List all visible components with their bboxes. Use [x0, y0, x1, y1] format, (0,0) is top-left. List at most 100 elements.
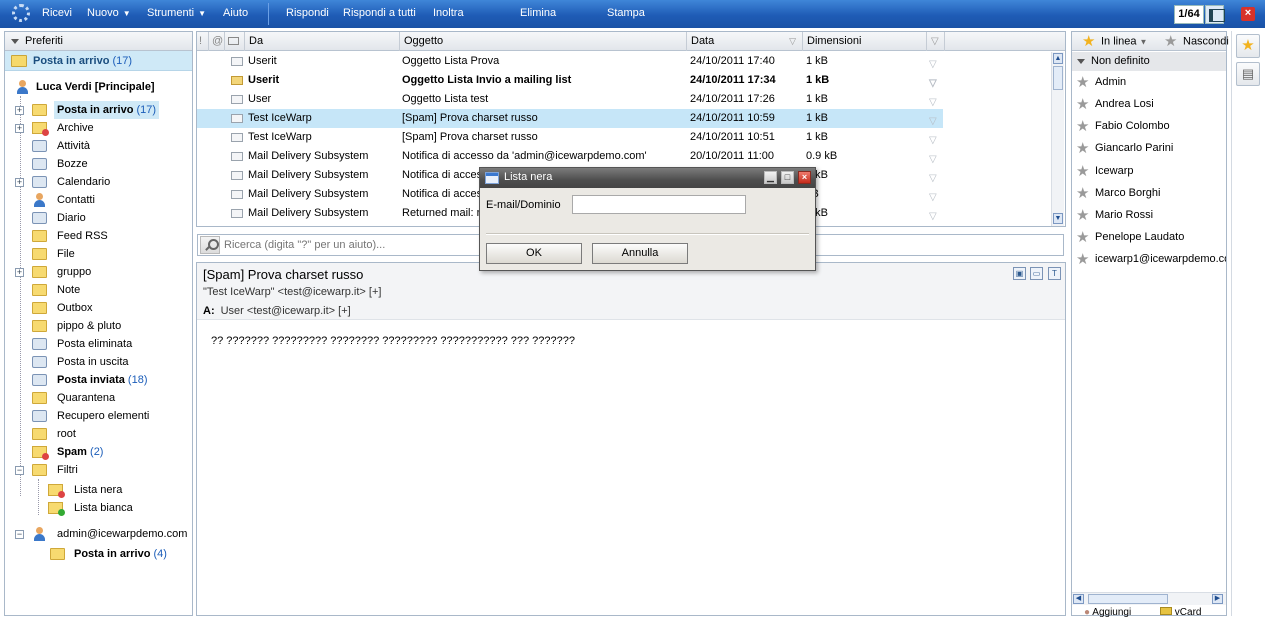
- contacts-scrollbar[interactable]: ◀ ▶: [1072, 592, 1226, 605]
- contact-item[interactable]: ★ Andrea Losi: [1076, 95, 1154, 113]
- contact-item[interactable]: ★ Admin: [1076, 73, 1126, 91]
- contact-item[interactable]: ★ icewarp1@icewarpdemo.com: [1076, 250, 1226, 268]
- reply-all-button[interactable]: Rispondi a tutti: [343, 7, 416, 19]
- trash-folder-icon: [32, 338, 47, 350]
- column-from[interactable]: Da: [245, 32, 400, 51]
- read-envelope-icon: [231, 190, 243, 199]
- message-row[interactable]: User Oggetto Lista test 24/10/2011 17:26…: [197, 90, 943, 109]
- dialog-titlebar[interactable]: Lista nera ▁ □ ×: [480, 168, 815, 188]
- contact-group-header[interactable]: Non definito: [1072, 52, 1226, 71]
- scroll-left-icon[interactable]: ◀: [1073, 594, 1084, 604]
- vcard-icon: [1160, 607, 1172, 615]
- message-row[interactable]: Test IceWarp [Spam] Prova charset russo …: [197, 128, 943, 147]
- maximize-icon[interactable]: □: [781, 171, 794, 184]
- column-size[interactable]: Dimensioni: [803, 32, 927, 51]
- contact-item[interactable]: ★ Penelope Laudato: [1076, 228, 1184, 246]
- main-toolbar: Ricevi Nuovo ▼ Strumenti ▼ Aiuto Rispondi …: [0, 0, 1265, 28]
- contact-item[interactable]: ★ Mario Rossi: [1076, 206, 1153, 224]
- expand-icon[interactable]: +: [15, 178, 24, 187]
- status-column-header[interactable]: [225, 32, 245, 51]
- filters-folder-icon: [32, 464, 47, 476]
- reply-button[interactable]: Rispondi: [286, 7, 329, 19]
- preview-from[interactable]: "Test IceWarp" <test@icewarp.it> [+]: [203, 286, 381, 298]
- column-date[interactable]: Data ▽: [687, 32, 803, 51]
- scrollbar-thumb[interactable]: [1088, 594, 1168, 604]
- star-icon: ★: [1076, 184, 1090, 202]
- flag-icon[interactable]: ▽: [929, 74, 939, 89]
- expand-icon[interactable]: +: [15, 124, 24, 133]
- flag-icon[interactable]: ▽: [929, 55, 939, 70]
- folder-icon: [32, 428, 47, 440]
- print-button[interactable]: Stampa: [607, 7, 645, 19]
- contact-item[interactable]: ★ Fabio Colombo: [1076, 117, 1170, 135]
- preview-to[interactable]: A: User <test@icewarp.it> [+]: [203, 305, 351, 317]
- flag-icon[interactable]: ▽: [929, 131, 939, 146]
- tasks-folder-icon: [32, 140, 47, 152]
- message-list-scrollbar[interactable]: ▲ ▼: [1051, 52, 1064, 226]
- cancel-button[interactable]: Annulla: [592, 243, 688, 264]
- tools-menu[interactable]: Strumenti ▼: [147, 7, 206, 19]
- message-row[interactable]: Userit Oggetto Lista Invio a mailing lis…: [197, 71, 943, 90]
- image-view-icon[interactable]: ▣: [1013, 267, 1026, 280]
- expand-icon[interactable]: +: [15, 268, 24, 277]
- envelope-icon: [228, 37, 239, 45]
- flag-icon[interactable]: ▽: [929, 93, 939, 108]
- message-row[interactable]: Mail Delivery Subsystem Notifica di acce…: [197, 147, 943, 166]
- scroll-up-icon[interactable]: ▲: [1053, 53, 1063, 64]
- html-view-icon[interactable]: ▭: [1030, 267, 1043, 280]
- forward-button[interactable]: Inoltra: [433, 7, 464, 19]
- contact-item[interactable]: ★ Marco Borghi: [1076, 184, 1160, 202]
- new-menu[interactable]: Nuovo ▼: [87, 7, 131, 19]
- scroll-right-icon[interactable]: ▶: [1212, 594, 1223, 604]
- email-domain-field[interactable]: [572, 195, 746, 214]
- add-contact-button[interactable]: ● Aggiungi: [1084, 607, 1131, 618]
- search-icon[interactable]: [200, 236, 220, 254]
- expand-icon[interactable]: +: [15, 106, 24, 115]
- sort-icon: ▽: [789, 36, 796, 46]
- priority-column-icon[interactable]: !: [197, 32, 209, 51]
- collapse-icon[interactable]: −: [15, 466, 24, 475]
- minimize-icon[interactable]: ▁: [764, 171, 777, 184]
- contacts-folder-icon: [32, 193, 47, 207]
- chevron-down-icon: ▼: [1139, 37, 1148, 47]
- favorites-star-icon[interactable]: ★: [1236, 34, 1260, 58]
- flag-icon[interactable]: ▽: [929, 112, 939, 127]
- close-icon[interactable]: ×: [798, 171, 811, 184]
- folder-icon: [32, 320, 47, 332]
- favorites-header[interactable]: Preferiti: [5, 32, 192, 51]
- collapse-icon[interactable]: −: [15, 530, 24, 539]
- layout-icon[interactable]: [1205, 5, 1225, 24]
- column-subject[interactable]: Oggetto: [400, 32, 687, 51]
- attachment-column-icon[interactable]: @: [209, 32, 225, 51]
- delete-button[interactable]: Elimina: [520, 7, 556, 19]
- collapse-icon: [1077, 58, 1085, 64]
- scrollbar-thumb[interactable]: [1053, 66, 1063, 90]
- scroll-down-icon[interactable]: ▼: [1053, 213, 1063, 224]
- help-menu[interactable]: Aiuto: [223, 7, 248, 19]
- close-icon[interactable]: ×: [1241, 7, 1255, 21]
- receive-button[interactable]: Ricevi: [42, 7, 72, 19]
- inbox-folder-icon: [50, 548, 65, 560]
- preview-pane: [Spam] Prova charset russo "Test IceWarp…: [196, 262, 1066, 616]
- flag-icon[interactable]: ▽: [929, 207, 939, 222]
- blacklist-dialog: Lista nera ▁ □ × E-mail/Dominio OK Annul…: [479, 167, 816, 271]
- email-domain-label: E-mail/Dominio: [486, 199, 561, 211]
- contact-item[interactable]: ★ Icewarp: [1076, 162, 1134, 180]
- contacts-pane: ★ In linea ▼ ★ Nascondi Non definito ★ Admi…: [1071, 31, 1229, 618]
- vcard-button[interactable]: vCard: [1160, 607, 1201, 618]
- flag-icon[interactable]: ▽: [929, 150, 939, 165]
- favorite-inbox[interactable]: Posta in arrivo (17): [5, 51, 192, 71]
- flag-icon[interactable]: ▽: [929, 188, 939, 203]
- flag-icon[interactable]: ▽: [929, 169, 939, 184]
- hide-button[interactable]: ★ Nascondi: [1164, 34, 1229, 49]
- message-row-selected[interactable]: Test IceWarp [Spam] Prova charset russo …: [197, 109, 943, 128]
- contact-item[interactable]: ★ Giancarlo Parini: [1076, 139, 1173, 157]
- online-status-selector[interactable]: ★ In linea ▼: [1082, 34, 1147, 49]
- gear-icon[interactable]: [12, 4, 30, 22]
- message-row[interactable]: Userit Oggetto Lista Prova 24/10/2011 17…: [197, 52, 943, 71]
- ok-button[interactable]: OK: [486, 243, 582, 264]
- read-envelope-icon: [231, 152, 243, 161]
- text-view-icon[interactable]: T: [1048, 267, 1061, 280]
- notes-icon[interactable]: ▤: [1236, 62, 1260, 86]
- flag-column-icon[interactable]: ▽: [927, 32, 945, 51]
